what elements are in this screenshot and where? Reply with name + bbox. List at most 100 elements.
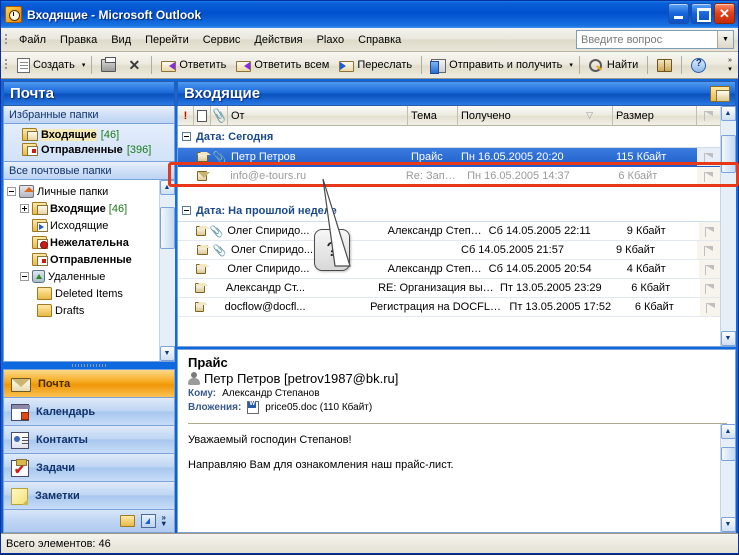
shortcuts-icon[interactable] (140, 514, 156, 528)
tree-item-outbox[interactable]: Исходящие (7, 217, 159, 234)
send-receive-button[interactable]: Отправить и получить (426, 54, 567, 76)
configure-buttons-icon[interactable]: » ▾ (162, 514, 166, 528)
favorite-folder-inbox[interactable]: Входящие [46] (4, 127, 174, 142)
chevron-down-icon[interactable]: ▼ (717, 31, 733, 48)
column-header-importance[interactable]: ! (178, 106, 194, 125)
tree-item-junk[interactable]: Нежелательна (7, 234, 159, 251)
folder-tree-scrollbar[interactable]: ▲ ▼ (159, 180, 175, 361)
folder-list-icon[interactable] (119, 515, 135, 527)
scroll-track[interactable] (720, 439, 735, 517)
column-header-size[interactable]: Размер (613, 106, 697, 125)
reading-pane-scrollbar[interactable]: ▲ ▼ (720, 424, 735, 532)
table-row[interactable]: Александр Ст... RE: Организация выставки… (178, 279, 720, 298)
delete-button[interactable]: ✕ (121, 54, 147, 76)
column-header-icon[interactable] (194, 106, 211, 125)
print-button[interactable] (96, 54, 121, 76)
menu-grip[interactable] (3, 32, 9, 48)
navigation-pane-splitter[interactable] (3, 362, 175, 369)
ask-a-question-box[interactable]: Введите вопрос ▼ (576, 30, 734, 49)
tree-expand-toggle[interactable] (20, 204, 29, 213)
scroll-track[interactable] (159, 195, 175, 346)
group-collapse-toggle[interactable] (182, 206, 191, 215)
row-flag[interactable] (698, 222, 720, 240)
tree-collapse-toggle[interactable] (20, 272, 29, 281)
deleted-items-icon (32, 270, 45, 283)
send-receive-dropdown[interactable]: ▾ (567, 61, 575, 69)
tree-item-label: Удаленные (48, 270, 106, 283)
tree-item-drafts-en[interactable]: Drafts (7, 302, 159, 319)
scroll-thumb[interactable] (720, 447, 735, 461)
scroll-up-icon[interactable]: ▲ (720, 106, 736, 121)
table-row[interactable]: 📎 Олег Спиридо... Сб 14.05.2005 21:57 9 … (178, 241, 720, 260)
forward-button[interactable]: Переслать (334, 54, 417, 76)
scroll-up-icon[interactable]: ▲ (159, 180, 175, 195)
nav-button-tasks[interactable]: Задачи (3, 453, 175, 482)
row-flag[interactable] (697, 167, 720, 185)
tree-item-sent[interactable]: Отправленные (7, 251, 159, 268)
row-message-icon (192, 283, 208, 293)
nav-button-contacts[interactable]: Контакты (3, 425, 175, 454)
row-flag[interactable] (697, 241, 720, 259)
group-header-today[interactable]: Дата: Сегодня (178, 126, 720, 148)
menu-actions[interactable]: Действия (247, 32, 309, 48)
scroll-thumb[interactable] (720, 135, 736, 173)
scroll-down-icon[interactable]: ▼ (720, 331, 736, 346)
group-header-last-week[interactable]: Дата: На прошлой неделе (178, 200, 720, 222)
ask-a-question-input[interactable]: Введите вопрос (577, 34, 717, 46)
tree-item-personal-folders[interactable]: Личные папки (7, 183, 159, 200)
menu-plaxo[interactable]: Plaxo (310, 32, 352, 48)
reply-button[interactable]: Ответить (156, 54, 231, 76)
menu-help[interactable]: Справка (351, 32, 408, 48)
favorite-folder-sent[interactable]: Отправленные [396] (4, 142, 174, 157)
row-flag[interactable] (697, 148, 720, 166)
table-row[interactable]: docflow@docfl... Регистрация на DOCFLOW … (178, 298, 720, 317)
reply-all-button[interactable]: Ответить всем (231, 54, 334, 76)
reading-pane-attach-value[interactable]: price05.doc (110 Кбайт) (265, 402, 372, 413)
toolbar-overflow-button[interactable]: » ▾ (724, 55, 736, 75)
tree-collapse-toggle[interactable] (7, 187, 16, 196)
new-button-dropdown[interactable]: ▾ (80, 61, 88, 69)
column-header-from[interactable]: От (228, 106, 408, 125)
nav-button-mail[interactable]: Почта (3, 369, 175, 398)
table-row[interactable]: info@e-tours.ru Re: Запрос Пн 16.05.2005… (178, 167, 720, 186)
scroll-up-icon[interactable]: ▲ (720, 424, 735, 439)
close-button[interactable] (714, 3, 735, 24)
help-button[interactable] (686, 54, 711, 76)
scroll-down-icon[interactable]: ▼ (159, 346, 175, 361)
find-button[interactable]: Найти (584, 54, 643, 76)
tree-item-deleted-items-en[interactable]: Deleted Items (7, 285, 159, 302)
table-row[interactable]: 📎 Петр Петров Прайс Пн 16.05.2005 20:20 … (178, 148, 720, 167)
word-document-icon[interactable] (247, 400, 260, 414)
menu-edit[interactable]: Правка (53, 32, 104, 48)
new-button[interactable]: Создать (12, 54, 80, 76)
address-book-button[interactable] (652, 54, 677, 76)
scroll-down-icon[interactable]: ▼ (720, 517, 735, 532)
group-collapse-toggle[interactable] (182, 132, 191, 141)
column-header-attachment[interactable]: 📎 (211, 106, 228, 125)
message-list-scrollbar[interactable]: ▲ ▼ (720, 106, 736, 346)
table-row[interactable]: 📎 Олег Спиридо... Александр Степанов Сб … (178, 222, 720, 241)
menu-go[interactable]: Перейти (138, 32, 196, 48)
column-header-flag[interactable] (697, 106, 720, 125)
toolbar-grip[interactable] (3, 57, 9, 73)
column-header-subject[interactable]: Тема (408, 106, 458, 125)
minimize-button[interactable] (668, 3, 689, 24)
column-header-received[interactable]: Получено ▽ (458, 106, 613, 125)
scroll-track[interactable] (720, 121, 736, 331)
row-flag[interactable] (700, 298, 720, 316)
nav-button-label: Заметки (35, 489, 80, 502)
row-size: 4 Кбайт (626, 263, 666, 275)
row-flag[interactable] (699, 279, 720, 297)
table-row[interactable]: Олег Спиридо... Александр Степанов Сб 14… (178, 260, 720, 279)
nav-button-notes[interactable]: Заметки (3, 481, 175, 510)
scroll-thumb[interactable] (159, 207, 175, 249)
row-flag[interactable] (698, 260, 720, 278)
mail-icon (11, 377, 31, 392)
menu-file[interactable]: Файл (12, 32, 53, 48)
tree-item-inbox[interactable]: Входящие [46] (7, 200, 159, 217)
nav-button-calendar[interactable]: Календарь (3, 397, 175, 426)
menu-tools[interactable]: Сервис (196, 32, 248, 48)
tree-item-deleted[interactable]: Удаленные (7, 268, 159, 285)
menu-view[interactable]: Вид (104, 32, 138, 48)
maximize-button[interactable] (691, 3, 712, 24)
